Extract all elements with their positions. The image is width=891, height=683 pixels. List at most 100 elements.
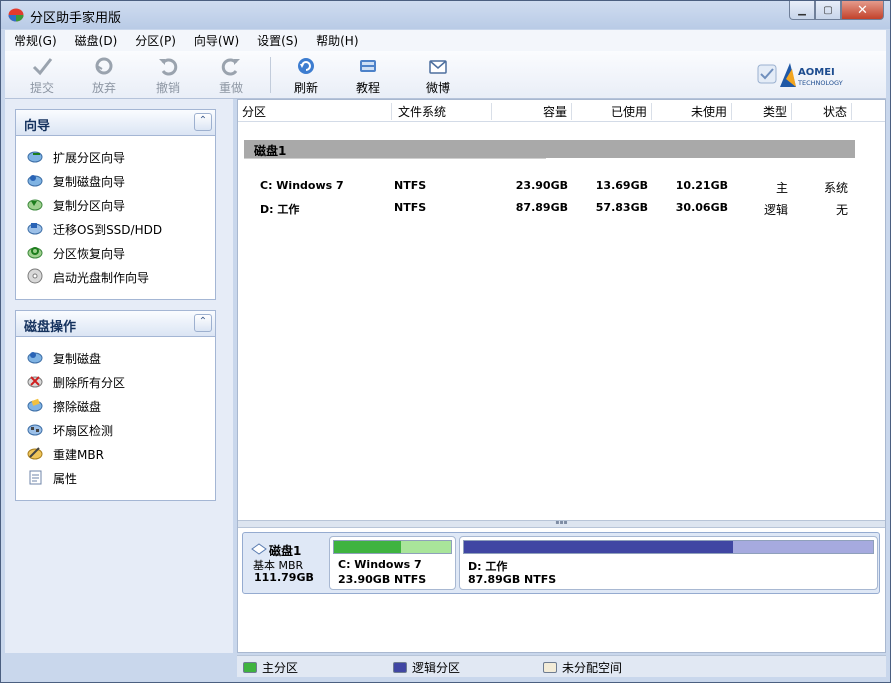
disk-group-row[interactable]: 磁盘1 — [244, 140, 855, 158]
disk-operations-panel-header: 磁盘操作 ⌃ — [16, 311, 215, 337]
apply-button[interactable]: 提交 — [13, 55, 71, 95]
redo-button[interactable]: 重做 — [202, 55, 260, 95]
toolbar-separator — [270, 57, 271, 93]
wizards-collapse-button[interactable]: ⌃ — [194, 113, 212, 131]
weibo-button[interactable]: 微博 — [409, 55, 467, 95]
legend-label-logical: 逻辑分区 — [412, 661, 461, 675]
app-logo-icon — [8, 8, 24, 22]
legend-swatch-logical — [393, 662, 407, 673]
partition-table-header: 分区 文件系统 容量 已使用 未使用 类型 状态 — [238, 100, 885, 122]
wizard-item-copy-disk[interactable]: 复制磁盘向导 — [16, 168, 215, 192]
disk-size: 111.79GB — [254, 571, 314, 584]
disk-op-wipe-disk[interactable]: 擦除磁盘 — [16, 393, 215, 417]
copy-disk-icon — [27, 352, 43, 364]
maximize-button[interactable]: ▢ — [815, 1, 841, 20]
redo-icon — [221, 58, 240, 76]
splitter-grip-icon: ▪▪▪ — [555, 519, 568, 526]
checkbox-icon — [757, 64, 777, 84]
wizard-item-label: 迁移OS到SSD/HDD — [53, 223, 163, 237]
undo-button[interactable]: 撤销 — [139, 55, 197, 95]
discard-icon — [95, 57, 113, 75]
menu-help[interactable]: 帮助(H) — [307, 32, 367, 49]
usage-bar-fill — [464, 541, 734, 553]
partition-name: D: 工作 — [468, 560, 508, 573]
wizard-item-extend-partition[interactable]: 扩展分区向导 — [16, 144, 215, 168]
disk-op-bad-sector-check[interactable]: 坏扇区检测 — [16, 417, 215, 441]
menu-disk[interactable]: 磁盘(D) — [66, 32, 127, 49]
menu-partition[interactable]: 分区(P) — [126, 32, 185, 49]
disk-operations-panel-title: 磁盘操作 — [24, 320, 77, 335]
weibo-label: 微博 — [425, 81, 450, 95]
minimize-button[interactable]: ▁ — [789, 1, 815, 20]
disk-operations-collapse-button[interactable]: ⌃ — [194, 314, 212, 332]
cell-free: 10.21GB — [675, 179, 728, 192]
cell-status: 系统 — [823, 181, 848, 195]
wizard-item-label: 启动光盘制作向导 — [53, 271, 150, 285]
window-controls: ▁ ▢ ✕ — [789, 1, 884, 21]
disk-map-card[interactable]: 磁盘1 基本 MBR 111.79GB C: Windows 7 23.90GB… — [242, 532, 880, 594]
wizards-panel-title: 向导 — [24, 119, 51, 134]
rebuild-mbr-icon — [27, 447, 43, 460]
tutorial-button[interactable]: 教程 — [339, 55, 397, 95]
menu-settings[interactable]: 设置(S) — [248, 32, 307, 49]
disk-op-label: 属性 — [53, 472, 78, 486]
wizard-item-bootable-media[interactable]: 启动光盘制作向导 — [16, 264, 215, 288]
minimize-icon: ▁ — [798, 4, 806, 16]
disk-op-label: 坏扇区检测 — [53, 424, 114, 438]
partition-block-c[interactable]: C: Windows 7 23.90GB NTFS — [329, 536, 456, 590]
column-header-type[interactable]: 类型 — [732, 103, 792, 120]
pane-splitter[interactable]: ▪▪▪ — [238, 520, 885, 528]
disk-op-label: 擦除磁盘 — [53, 400, 102, 414]
app-window: 分区助手家用版 ▁ ▢ ✕ 常规(G) 磁盘(D) 分区(P) 向导(W) 设置… — [0, 0, 891, 683]
discard-label: 放弃 — [91, 81, 116, 95]
partition-list-pane: 分区 文件系统 容量 已使用 未使用 类型 状态 磁盘1 C: Windows … — [237, 99, 886, 653]
wizard-item-migrate-os[interactable]: 迁移OS到SSD/HDD — [16, 216, 215, 240]
cell-type: 逻辑 — [763, 203, 788, 217]
undo-label: 撤销 — [155, 81, 180, 95]
menu-wizard[interactable]: 向导(W) — [185, 32, 248, 49]
undo-icon — [159, 58, 178, 76]
left-pane: 向导 ⌃ 扩展分区向导 复制磁盘向导 复制分区向导 迁移OS到SSD/HDD 分… — [5, 99, 233, 653]
wizards-panel: 向导 ⌃ 扩展分区向导 复制磁盘向导 复制分区向导 迁移OS到SSD/HDD 分… — [15, 109, 216, 300]
column-header-capacity[interactable]: 容量 — [492, 103, 572, 120]
cell-status: 无 — [835, 203, 848, 217]
table-row[interactable]: C: Windows 7 NTFS 23.90GB 13.69GB 10.21G… — [238, 176, 885, 196]
disk-op-delete-all-partitions[interactable]: 删除所有分区 — [16, 369, 215, 393]
column-header-free[interactable]: 未使用 — [652, 103, 732, 120]
disk-op-rebuild-mbr[interactable]: 重建MBR — [16, 441, 215, 465]
column-header-filesystem[interactable]: 文件系统 — [398, 103, 492, 120]
column-header-used[interactable]: 已使用 — [572, 103, 652, 120]
legend-label-unallocated: 未分配空间 — [562, 661, 623, 675]
partition-size: 87.89GB NTFS — [468, 573, 557, 586]
copy-disk-icon — [27, 175, 43, 187]
close-button[interactable]: ✕ — [841, 1, 884, 20]
usage-bar-fill — [334, 541, 402, 553]
checkmark-icon — [32, 58, 53, 76]
usage-bar — [463, 540, 874, 554]
column-header-status[interactable]: 状态 — [792, 103, 852, 120]
disk-op-label: 复制磁盘 — [53, 352, 102, 366]
mail-icon — [429, 60, 447, 74]
legend-bar: 主分区 逻辑分区 未分配空间 — [237, 655, 886, 677]
wizard-item-label: 分区恢复向导 — [53, 247, 126, 261]
refresh-button[interactable]: 刷新 — [277, 55, 335, 95]
cell-partition: C: Windows 7 — [260, 179, 344, 192]
aomei-logo: AOMEI TECHNOLOGY — [756, 59, 876, 91]
refresh-icon — [298, 58, 314, 74]
menu-general[interactable]: 常规(G) — [5, 32, 66, 49]
wizard-item-copy-partition[interactable]: 复制分区向导 — [16, 192, 215, 216]
partition-block-d[interactable]: D: 工作 87.89GB NTFS — [459, 536, 878, 590]
legend-swatch-unallocated — [543, 662, 557, 673]
copy-partition-icon — [27, 199, 43, 211]
disk-info: 磁盘1 基本 MBR 111.79GB — [249, 539, 327, 589]
disk-op-properties[interactable]: 属性 — [16, 465, 215, 489]
discard-button[interactable]: 放弃 — [75, 55, 133, 95]
table-row[interactable]: D: 工作 NTFS 87.89GB 57.83GB 30.06GB 逻辑 无 — [238, 198, 885, 218]
wizard-item-partition-recovery[interactable]: 分区恢复向导 — [16, 240, 215, 264]
column-header-partition[interactable]: 分区 — [242, 103, 392, 120]
apply-label: 提交 — [29, 81, 54, 95]
bootable-disc-icon — [27, 268, 43, 284]
disk-op-copy-disk[interactable]: 复制磁盘 — [16, 345, 215, 369]
brand-subtitle: TECHNOLOGY — [798, 79, 843, 87]
window-title: 分区助手家用版 — [30, 11, 122, 26]
